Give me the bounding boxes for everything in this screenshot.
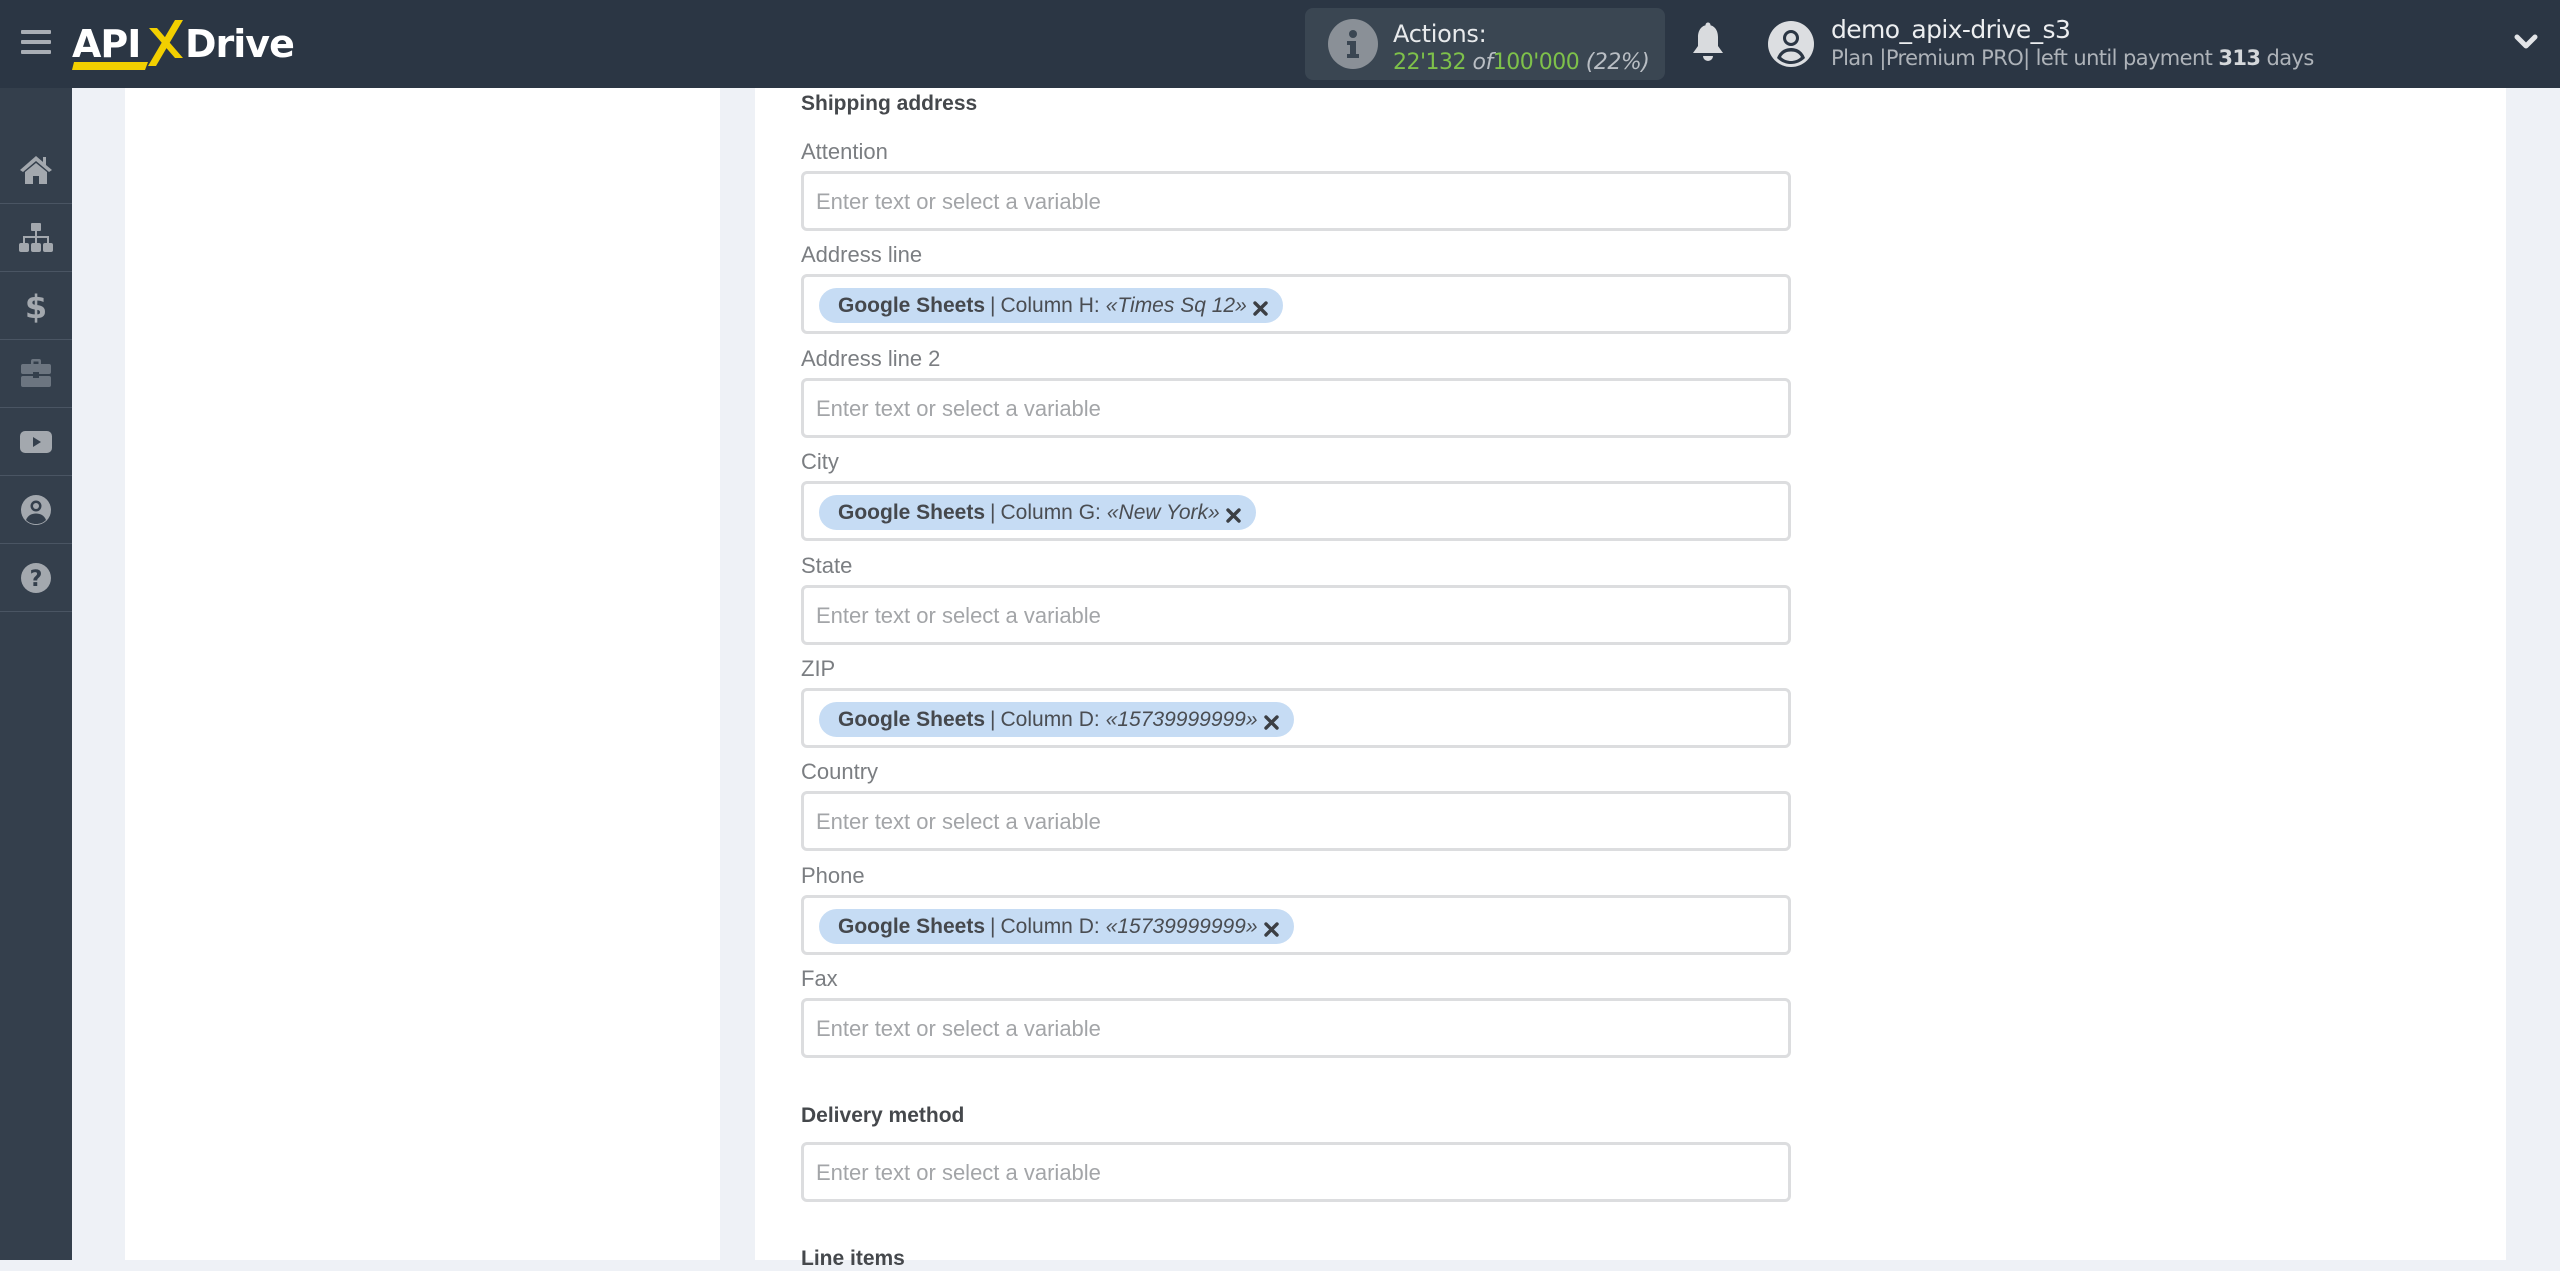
chip-source: Google Sheets xyxy=(838,707,986,731)
attention-input[interactable]: Enter text or select a variable xyxy=(801,171,1791,231)
address-line-2-placeholder: Enter text or select a variable xyxy=(816,396,1101,421)
country-placeholder: Enter text or select a variable xyxy=(816,809,1101,834)
sitemap-icon xyxy=(19,222,53,252)
user-avatar-icon[interactable] xyxy=(1767,20,1815,68)
days-left: 313 xyxy=(2218,46,2261,70)
svg-text:?: ? xyxy=(30,567,43,592)
user-circle-icon xyxy=(21,494,51,525)
sidebar-item-help[interactable]: ? xyxy=(0,544,72,612)
sidebar-item-video[interactable] xyxy=(0,408,72,476)
remove-variable-close-icon[interactable] xyxy=(1253,298,1268,316)
chip-separator: | xyxy=(990,500,996,524)
left-panel xyxy=(125,88,720,1260)
city-input[interactable]: Google Sheets | Column G: «New York» xyxy=(801,481,1791,541)
chip-separator: | xyxy=(990,914,996,938)
zip-label: ZIP xyxy=(801,656,836,681)
fax-input[interactable]: Enter text or select a variable xyxy=(801,998,1791,1058)
actions-usage-widget[interactable]: Actions: 22'132 of100'000 (22%) xyxy=(1305,8,1665,80)
phone-input[interactable]: Google Sheets | Column D: «15739999999» xyxy=(801,895,1791,955)
logo-api-text: API xyxy=(72,22,140,66)
question-circle-icon: ? xyxy=(21,562,51,593)
attention-label: Attention xyxy=(801,139,888,164)
chip-source: Google Sheets xyxy=(838,500,986,524)
chip-column: Column H: xyxy=(1000,293,1100,317)
days-suffix: days xyxy=(2266,46,2315,70)
logo-drive-text: Drive xyxy=(185,22,294,66)
username[interactable]: demo_apix-drive_s3 xyxy=(1831,15,2071,44)
svg-text:$: $ xyxy=(25,289,47,323)
city-label: City xyxy=(801,449,839,474)
remove-variable-close-icon[interactable] xyxy=(1263,712,1279,730)
variable-chip[interactable]: Google Sheets | Column G: «New York» xyxy=(819,495,1256,530)
chip-source: Google Sheets xyxy=(838,293,986,317)
address-line-input[interactable]: Google Sheets | Column H: «Times Sq 12» xyxy=(801,274,1791,334)
actions-of: of xyxy=(1472,50,1494,75)
chip-separator: | xyxy=(990,707,996,731)
actions-label: Actions: xyxy=(1393,20,1487,48)
actions-count: 22'132 of100'000 (22%) xyxy=(1393,50,1650,75)
logo-x-mark xyxy=(148,20,183,66)
form-panel xyxy=(755,88,2506,1260)
apix-drive-logo[interactable]: API Drive xyxy=(72,14,302,72)
actions-percent: (22%) xyxy=(1585,50,1650,75)
delivery-method-input[interactable]: Enter text or select a variable xyxy=(801,1142,1791,1202)
chip-column: Column D: xyxy=(1000,707,1100,731)
actions-total: 100'000 xyxy=(1492,50,1580,75)
sidebar: $ ? xyxy=(0,88,72,1260)
dollar-icon: $ xyxy=(25,289,47,323)
logo-underline xyxy=(72,62,148,70)
sidebar-item-tools[interactable] xyxy=(0,340,72,408)
chip-sample-value: «15739999999» xyxy=(1105,707,1258,731)
sidebar-item-home[interactable] xyxy=(0,136,72,204)
chip-separator: | xyxy=(990,293,996,317)
shipping-address-heading: Shipping address xyxy=(801,92,978,115)
chip-source: Google Sheets xyxy=(838,914,986,938)
chip-sample-value: «Times Sq 12» xyxy=(1105,293,1247,317)
menu-toggle-icon[interactable] xyxy=(21,29,51,55)
variable-chip[interactable]: Google Sheets | Column H: «Times Sq 12» xyxy=(819,288,1283,323)
chip-sample-value: «15739999999» xyxy=(1105,914,1258,938)
state-input[interactable]: Enter text or select a variable xyxy=(801,585,1791,645)
address-line-label: Address line xyxy=(801,242,923,267)
plan-info: Plan |Premium PRO| left until payment 31… xyxy=(1831,46,2314,70)
state-placeholder: Enter text or select a variable xyxy=(816,603,1101,628)
notifications-bell-icon[interactable] xyxy=(1690,22,1726,64)
zip-input[interactable]: Google Sheets | Column D: «15739999999» xyxy=(801,688,1791,748)
sidebar-item-account[interactable] xyxy=(0,476,72,544)
home-icon xyxy=(20,155,52,184)
fax-label: Fax xyxy=(801,966,838,991)
actions-used: 22'132 xyxy=(1393,50,1467,75)
variable-chip[interactable]: Google Sheets | Column D: «15739999999» xyxy=(819,909,1294,944)
user-menu-chevron-down-icon[interactable] xyxy=(2512,30,2540,54)
attention-placeholder: Enter text or select a variable xyxy=(816,189,1101,214)
remove-variable-close-icon[interactable] xyxy=(1226,505,1241,523)
sidebar-item-connections[interactable] xyxy=(0,204,72,272)
plan-text: Plan |Premium PRO| left until payment xyxy=(1831,46,2213,70)
youtube-icon xyxy=(20,430,52,453)
variable-chip[interactable]: Google Sheets | Column D: «15739999999» xyxy=(819,702,1294,737)
sidebar-item-billing[interactable]: $ xyxy=(0,272,72,340)
chip-column: Column G: xyxy=(1000,500,1101,524)
country-input[interactable]: Enter text or select a variable xyxy=(801,791,1791,851)
info-icon xyxy=(1328,19,1378,69)
delivery-method-placeholder: Enter text or select a variable xyxy=(816,1160,1101,1185)
chip-sample-value: «New York» xyxy=(1106,500,1220,524)
fax-placeholder: Enter text or select a variable xyxy=(816,1016,1101,1041)
chip-column: Column D: xyxy=(1000,914,1100,938)
phone-label: Phone xyxy=(801,863,865,888)
state-label: State xyxy=(801,553,853,578)
briefcase-icon xyxy=(21,358,51,387)
remove-variable-close-icon[interactable] xyxy=(1263,919,1279,937)
line-items-heading: Line items xyxy=(801,1247,905,1270)
country-label: Country xyxy=(801,759,879,784)
top-header: API Drive Actions: 22'132 of100'000 (22%… xyxy=(0,0,2560,88)
address-line-2-input[interactable]: Enter text or select a variable xyxy=(801,378,1791,438)
delivery-method-heading: Delivery method xyxy=(801,1104,965,1127)
address-line-2-label: Address line 2 xyxy=(801,346,941,371)
